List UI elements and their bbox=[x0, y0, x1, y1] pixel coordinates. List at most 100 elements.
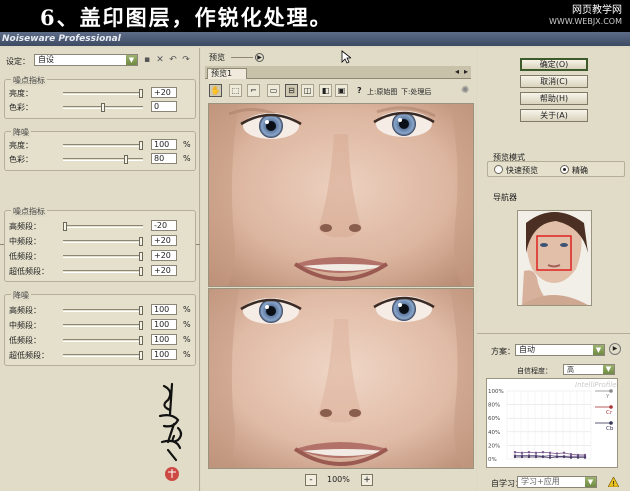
slider-label: 超低频段： bbox=[9, 267, 49, 276]
slider-thumb[interactable] bbox=[139, 237, 143, 246]
slider-value-input[interactable]: +20 bbox=[151, 87, 177, 98]
split-vertical-icon[interactable]: ◫ bbox=[301, 84, 314, 97]
slider-track[interactable] bbox=[63, 89, 143, 98]
help-icon[interactable]: ? bbox=[357, 86, 362, 95]
preset-label: 设定： bbox=[6, 57, 30, 66]
help-button[interactable]: 帮助(H) bbox=[520, 92, 588, 105]
y-tick-label: 0% bbox=[488, 457, 497, 463]
about-button[interactable]: 关于(A) bbox=[520, 109, 588, 122]
slider-thumb[interactable] bbox=[101, 103, 105, 112]
app-title-bar: Noiseware Professional bbox=[0, 32, 630, 46]
confidence-label: 自信程度： bbox=[517, 367, 552, 375]
confidence-select[interactable]: 高 ▼ bbox=[563, 364, 615, 375]
site-logo: 网页教学网 WWW.WEBJX.COM bbox=[549, 5, 622, 27]
chevron-down-icon: ▼ bbox=[603, 365, 614, 374]
slider-value-input[interactable]: 100 bbox=[151, 334, 177, 345]
slider-value-input[interactable]: 100 bbox=[151, 319, 177, 330]
mouse-cursor-icon bbox=[341, 50, 351, 64]
snapshot-icon[interactable]: ▣ bbox=[335, 84, 348, 97]
preset-select[interactable]: 自设 ▼ bbox=[34, 54, 138, 66]
slider-value-input[interactable]: -20 bbox=[151, 220, 177, 231]
slider-track[interactable] bbox=[63, 267, 143, 276]
slider-label: 超低频段： bbox=[9, 351, 49, 360]
delete-icon[interactable]: ✕ bbox=[155, 55, 165, 65]
play-icon[interactable]: ▶ bbox=[255, 53, 265, 62]
profile-select[interactable]: 自动 ▼ bbox=[515, 344, 605, 356]
processed-image-view[interactable] bbox=[208, 288, 474, 469]
slider-track[interactable] bbox=[63, 103, 143, 112]
split-horizontal-icon[interactable]: ⊟ bbox=[285, 84, 298, 97]
calligraphy-signature bbox=[158, 382, 183, 481]
slider-track[interactable] bbox=[63, 351, 143, 360]
slider-thumb[interactable] bbox=[139, 252, 143, 261]
navigator-image bbox=[518, 211, 591, 305]
slider-track[interactable] bbox=[63, 306, 143, 315]
save-icon[interactable]: ▪ bbox=[142, 55, 152, 65]
slider-thumb[interactable] bbox=[139, 141, 143, 150]
chevron-left-icon[interactable]: ◂ bbox=[455, 67, 459, 76]
chevron-right-icon[interactable]: ▸ bbox=[464, 67, 468, 76]
slider-thumb[interactable] bbox=[139, 321, 143, 330]
slider-thumb[interactable] bbox=[63, 222, 67, 231]
chevron-down-icon: ▼ bbox=[126, 55, 137, 65]
slider-track[interactable] bbox=[63, 155, 143, 164]
preview-tab-bar: 预览1 ◂ ▸ bbox=[205, 66, 471, 79]
slider-value-input[interactable]: 80 bbox=[151, 153, 177, 164]
legend-marker bbox=[609, 389, 613, 393]
slider-track[interactable] bbox=[63, 336, 143, 345]
tab-preview1[interactable]: 预览1 bbox=[207, 68, 247, 79]
slider-value-input[interactable]: +20 bbox=[151, 250, 177, 261]
slider-track[interactable] bbox=[63, 252, 143, 261]
profile-chart-svg: IntelliProfile™ 100% 80% 60% 40% 20% 0% Y Cr Cb bbox=[488, 381, 624, 463]
slider-track[interactable] bbox=[63, 321, 143, 330]
original-image-view[interactable] bbox=[208, 103, 474, 287]
profile-value: 自动 bbox=[519, 345, 535, 354]
y-tick-label: 40% bbox=[488, 430, 500, 436]
noise-reduction-group: 降噪 亮度： 100% 色彩： 80% bbox=[4, 127, 196, 171]
preset-value: 自设 bbox=[38, 55, 54, 64]
navigator-thumbnail[interactable] bbox=[517, 210, 592, 306]
zoom-out-button[interactable]: - bbox=[305, 474, 317, 486]
slider-thumb[interactable] bbox=[139, 306, 143, 315]
hand-tool-icon[interactable]: ✋ bbox=[209, 84, 222, 97]
slider-value-input[interactable]: +20 bbox=[151, 265, 177, 276]
slider-value-input[interactable]: +20 bbox=[151, 235, 177, 246]
freq-noise-level-group: 噪点指标 高频段： -20 中频段： +20 低频段： +20 超低频段： +20 bbox=[4, 206, 196, 282]
slider-value-input[interactable]: 100 bbox=[151, 304, 177, 315]
svg-text:!: ! bbox=[612, 480, 615, 487]
play-icon[interactable]: ▶ bbox=[609, 343, 621, 355]
ok-button[interactable]: 确定(O) bbox=[520, 58, 588, 71]
compare-icon[interactable]: ◧ bbox=[319, 84, 332, 97]
slider-thumb[interactable] bbox=[139, 336, 143, 345]
redo-icon[interactable]: ↷ bbox=[181, 55, 191, 65]
noise-level-group: 噪点指标 亮度： +20 色彩： 0 bbox=[4, 75, 196, 119]
slider-thumb[interactable] bbox=[139, 351, 143, 360]
preview-label: 预览 bbox=[209, 53, 225, 62]
slider-track[interactable] bbox=[63, 237, 143, 246]
fast-preview-radio[interactable] bbox=[494, 165, 503, 174]
settings-panel: 设定： 自设 ▼ ▪ ✕ ↶ ↷ 噪点指标 亮度： +20 色彩： 0 降噪 亮度： 1… bbox=[0, 48, 200, 491]
slider-track[interactable] bbox=[63, 141, 143, 150]
fast-preview-label: 快速预览 bbox=[506, 166, 538, 175]
crop-tool-icon[interactable]: ⌐ bbox=[247, 84, 260, 97]
accurate-preview-radio[interactable] bbox=[560, 165, 569, 174]
learn-select[interactable]: 学习+应用 ▼ bbox=[517, 476, 597, 488]
slider-value-input[interactable]: 0 bbox=[151, 101, 177, 112]
slider-track[interactable] bbox=[63, 222, 143, 231]
zoom-in-button[interactable]: + bbox=[361, 474, 373, 486]
slider-thumb[interactable] bbox=[139, 267, 143, 276]
slider-label: 亮度： bbox=[9, 89, 33, 98]
slider-thumb[interactable] bbox=[139, 89, 143, 98]
marquee-tool-icon[interactable]: ⬚ bbox=[229, 84, 242, 97]
hint-original: 上:原始图 bbox=[367, 88, 398, 96]
site-name: 网页教学网 bbox=[572, 5, 622, 16]
cancel-button[interactable]: 取消(C) bbox=[520, 75, 588, 88]
slider-value-input[interactable]: 100 bbox=[151, 139, 177, 150]
undo-icon[interactable]: ↶ bbox=[168, 55, 178, 65]
intelliprofile-chart: IntelliProfile™ 100% 80% 60% 40% 20% 0% Y Cr Cb bbox=[486, 378, 624, 468]
percent-unit: % bbox=[183, 335, 191, 344]
slider-value-input[interactable]: 100 bbox=[151, 349, 177, 360]
confidence-value: 高 bbox=[567, 366, 574, 374]
slider-thumb[interactable] bbox=[123, 155, 128, 164]
single-view-icon[interactable]: ▭ bbox=[267, 84, 280, 97]
